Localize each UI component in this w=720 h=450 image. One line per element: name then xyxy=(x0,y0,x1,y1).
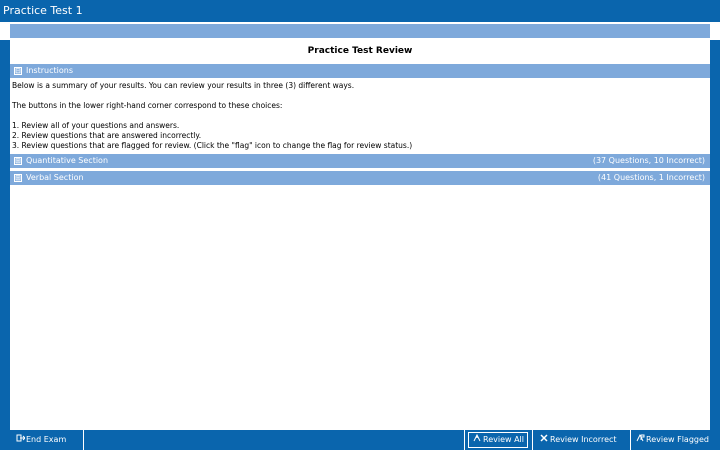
instructions-line: Below is a summary of your results. You … xyxy=(12,81,355,90)
collapse-icon[interactable]: ⊟ xyxy=(14,67,22,75)
title-bar: Practice Test 1 xyxy=(0,0,720,22)
review-panel: Practice Test Review ⊟ Instructions Belo… xyxy=(10,40,710,430)
review-incorrect-button[interactable]: Review Incorrect xyxy=(536,432,620,448)
end-exam-label: End Exam xyxy=(26,435,67,444)
section-header-quantitative[interactable]: ⊞ Quantitative Section (37 Questions, 10… xyxy=(10,154,710,168)
section-header-verbal[interactable]: ⊞ Verbal Section (41 Questions, 1 Incorr… xyxy=(10,171,710,185)
toolbar-divider xyxy=(83,430,84,450)
expand-icon[interactable]: ⊞ xyxy=(14,157,22,165)
header-stripe xyxy=(10,24,710,38)
toolbar-divider xyxy=(464,430,465,450)
end-exam-button[interactable]: End Exam xyxy=(12,432,69,448)
section-summary: (41 Questions, 1 Incorrect) xyxy=(597,173,705,182)
section-label: Verbal Section xyxy=(26,173,84,182)
instructions-item: 1. Review all of your questions and answ… xyxy=(12,121,180,130)
review-all-button[interactable]: Review All xyxy=(468,432,529,448)
instructions-body: Below is a summary of your results. You … xyxy=(12,81,702,151)
exit-icon xyxy=(15,432,26,448)
expand-icon[interactable]: ⊞ xyxy=(14,174,22,182)
review-icon xyxy=(472,433,482,447)
instructions-label: Instructions xyxy=(26,66,73,75)
section-summary: (37 Questions, 10 Incorrect) xyxy=(592,156,705,165)
x-icon xyxy=(539,432,549,448)
toolbar-divider xyxy=(532,430,533,450)
section-label: Quantitative Section xyxy=(26,156,109,165)
window-title: Practice Test 1 xyxy=(3,4,83,17)
instructions-item: 3. Review questions that are flagged for… xyxy=(12,141,413,150)
bottom-toolbar: End Exam Review All Review Incorrect Rev… xyxy=(10,430,720,450)
instructions-header[interactable]: ⊟ Instructions xyxy=(10,64,710,78)
toolbar-divider xyxy=(630,430,631,450)
review-incorrect-label: Review Incorrect xyxy=(550,435,617,444)
instructions-line: The buttons in the lower right-hand corn… xyxy=(12,101,283,110)
review-all-label: Review All xyxy=(483,435,525,444)
page-title: Practice Test Review xyxy=(307,46,413,56)
instructions-item: 2. Review questions that are answered in… xyxy=(12,131,202,140)
flag-review-icon xyxy=(635,432,645,448)
review-flagged-button[interactable]: Review Flagged xyxy=(632,432,712,448)
review-flagged-label: Review Flagged xyxy=(646,435,709,444)
